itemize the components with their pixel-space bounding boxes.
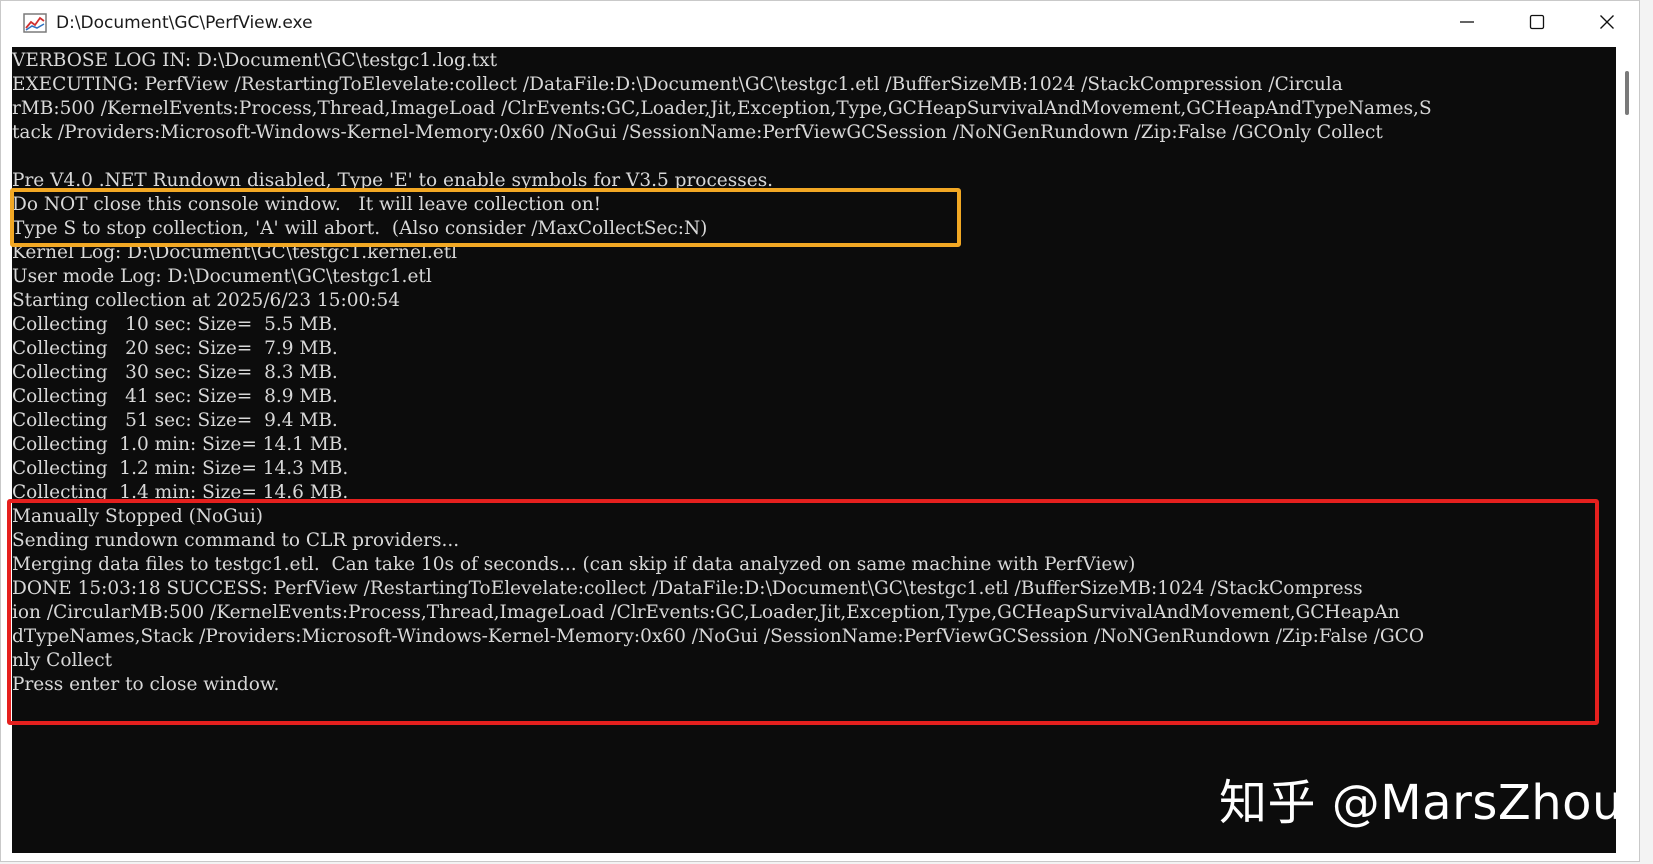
console-line: Starting collection at 2025/6/23 15:00:5… bbox=[12, 290, 401, 311]
console-line: Collecting 51 sec: Size= 9.4 MB. bbox=[12, 410, 338, 431]
scrollbar-thumb[interactable] bbox=[1625, 71, 1629, 115]
console-line: Collecting 41 sec: Size= 8.9 MB. bbox=[12, 386, 338, 407]
window-title: D:\Document\GC\PerfView.exe bbox=[56, 13, 313, 33]
console-line: Collecting 10 sec: Size= 5.5 MB. bbox=[12, 314, 338, 335]
maximize-button[interactable] bbox=[1502, 1, 1572, 47]
maximize-icon bbox=[1529, 14, 1545, 35]
close-button[interactable] bbox=[1572, 1, 1642, 47]
red-highlight-box bbox=[7, 499, 1599, 725]
title-bar[interactable]: D:\Document\GC\PerfView.exe bbox=[1, 1, 1639, 47]
console-output-area[interactable]: VERBOSE LOG IN: D:\Document\GC\testgc1.l… bbox=[12, 47, 1616, 853]
watermark-text: 知乎 @MarsZhou bbox=[1219, 775, 1623, 831]
console-line: VERBOSE LOG IN: D:\Document\GC\testgc1.l… bbox=[12, 50, 498, 71]
minimize-icon bbox=[1459, 14, 1475, 35]
console-line: tack /Providers:Microsoft-Windows-Kernel… bbox=[12, 122, 1383, 143]
console-line: Collecting 1.2 min: Size= 14.3 MB. bbox=[12, 458, 349, 479]
console-line: EXECUTING: PerfView /RestartingToElevela… bbox=[12, 74, 1343, 95]
perfview-chart-icon bbox=[23, 13, 47, 33]
minimize-button[interactable] bbox=[1432, 1, 1502, 47]
close-icon bbox=[1599, 14, 1615, 35]
console-line: Collecting 1.0 min: Size= 14.1 MB. bbox=[12, 434, 349, 455]
console-line: User mode Log: D:\Document\GC\testgc1.et… bbox=[12, 266, 432, 287]
yellow-highlight-box bbox=[10, 188, 961, 247]
console-line: Collecting 30 sec: Size= 8.3 MB. bbox=[12, 362, 338, 383]
console-line: rMB:500 /KernelEvents:Process,Thread,Ima… bbox=[12, 98, 1432, 119]
console-window: D:\Document\GC\PerfView.exe VERBOSE LOG … bbox=[0, 0, 1640, 862]
vertical-scrollbar[interactable] bbox=[1616, 47, 1638, 853]
console-line: Collecting 20 sec: Size= 7.9 MB. bbox=[12, 338, 338, 359]
